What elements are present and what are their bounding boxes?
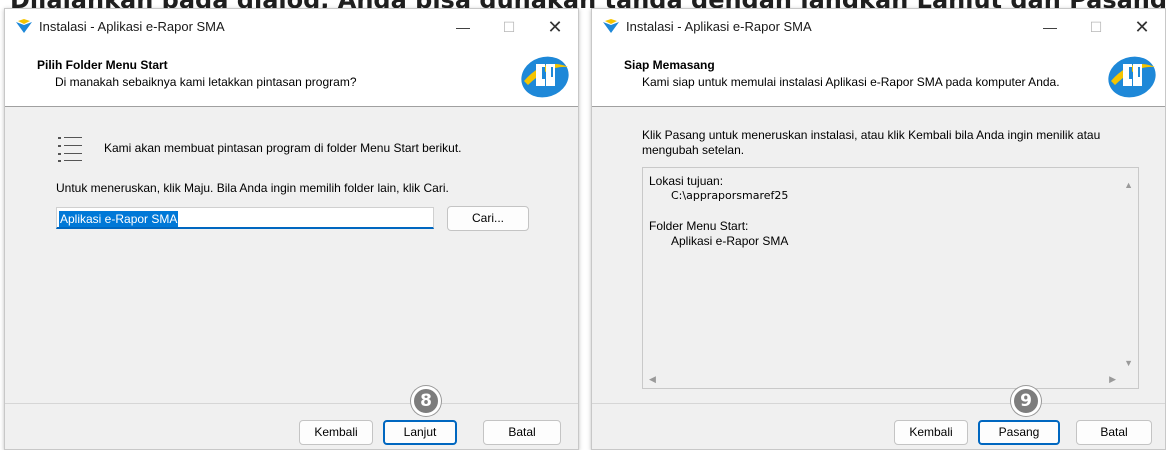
wizard-header: Pilih Folder Menu Start Di manakah sebai… [5, 45, 578, 107]
minimize-button[interactable]: — [1027, 9, 1073, 45]
instruction-text: Untuk meneruskan, klik Maju. Bila Anda i… [56, 181, 449, 195]
destination-value: C:\appraporsmaref25 [671, 189, 789, 202]
step-badge-8: 8 [411, 386, 441, 416]
page-title: Siap Memasang [624, 58, 715, 72]
brand-logo [521, 56, 569, 98]
close-button[interactable]: ✕ [532, 9, 578, 45]
page-subtitle: Kami siap untuk memulai instalasi Aplika… [642, 75, 1060, 89]
app-logo-icon [16, 19, 32, 33]
page-subtitle: Di manakah sebaiknya kami letakkan pinta… [55, 75, 357, 89]
scroll-up-icon[interactable]: ▲ [1124, 180, 1133, 190]
instruction-line-2: mengubah setelan. [642, 143, 745, 157]
footer-separator [5, 403, 578, 404]
app-logo-icon [603, 19, 619, 33]
scroll-down-icon[interactable]: ▼ [1124, 358, 1133, 368]
maximize-icon: ☐ [1089, 19, 1103, 35]
close-button[interactable]: ✕ [1119, 9, 1165, 45]
info-text: Kami akan membuat pintasan program di fo… [104, 141, 462, 155]
left-title-bar: Instalasi - Aplikasi e-Rapor SMA — ☐ ✕ [5, 9, 578, 45]
install-button[interactable]: Pasang [978, 420, 1060, 445]
instruction-line-1: Klik Pasang untuk meneruskan instalasi, … [642, 128, 1101, 142]
start-menu-label: Folder Menu Start: [649, 219, 749, 233]
maximize-icon: ☐ [502, 19, 516, 35]
page-title: Pilih Folder Menu Start [37, 58, 168, 72]
list-icon [58, 137, 82, 162]
start-menu-folder-input[interactable]: Aplikasi e-Rapor SMA [56, 207, 434, 229]
maximize-button[interactable]: ☐ [1073, 9, 1119, 45]
left-installer-window: Instalasi - Aplikasi e-Rapor SMA — ☐ ✕ P… [4, 8, 579, 450]
close-icon: ✕ [1134, 17, 1150, 37]
back-button[interactable]: Kembali [894, 420, 968, 445]
ready-summary-memo[interactable]: Lokasi tujuan: C:\appraporsmaref25 Folde… [642, 167, 1139, 389]
browse-button[interactable]: Cari... [447, 206, 529, 231]
window-title: Instalasi - Aplikasi e-Rapor SMA [626, 19, 812, 34]
cancel-button[interactable]: Batal [483, 420, 561, 445]
brand-logo [1108, 56, 1156, 98]
cancel-button[interactable]: Batal [1076, 420, 1152, 445]
wizard-header: Siap Memasang Kami siap untuk memulai in… [592, 45, 1165, 107]
scroll-right-icon[interactable]: ▶ [1109, 374, 1116, 384]
minimize-button[interactable]: — [440, 9, 486, 45]
minimize-icon: — [456, 19, 470, 35]
start-menu-value: Aplikasi e-Rapor SMA [671, 234, 789, 248]
step-badge-9: 9 [1011, 386, 1041, 416]
maximize-button[interactable]: ☐ [486, 9, 532, 45]
window-title: Instalasi - Aplikasi e-Rapor SMA [39, 19, 225, 34]
close-icon: ✕ [547, 17, 563, 37]
folder-input-value: Aplikasi e-Rapor SMA [59, 211, 179, 227]
next-button[interactable]: Lanjut [383, 420, 457, 445]
right-installer-window: Instalasi - Aplikasi e-Rapor SMA — ☐ ✕ S… [591, 8, 1166, 450]
minimize-icon: — [1043, 19, 1057, 35]
footer-separator [592, 403, 1165, 404]
destination-label: Lokasi tujuan: [649, 174, 724, 188]
back-button[interactable]: Kembali [299, 420, 373, 445]
scroll-left-icon[interactable]: ◀ [649, 374, 656, 384]
right-title-bar: Instalasi - Aplikasi e-Rapor SMA — ☐ ✕ [592, 9, 1165, 45]
